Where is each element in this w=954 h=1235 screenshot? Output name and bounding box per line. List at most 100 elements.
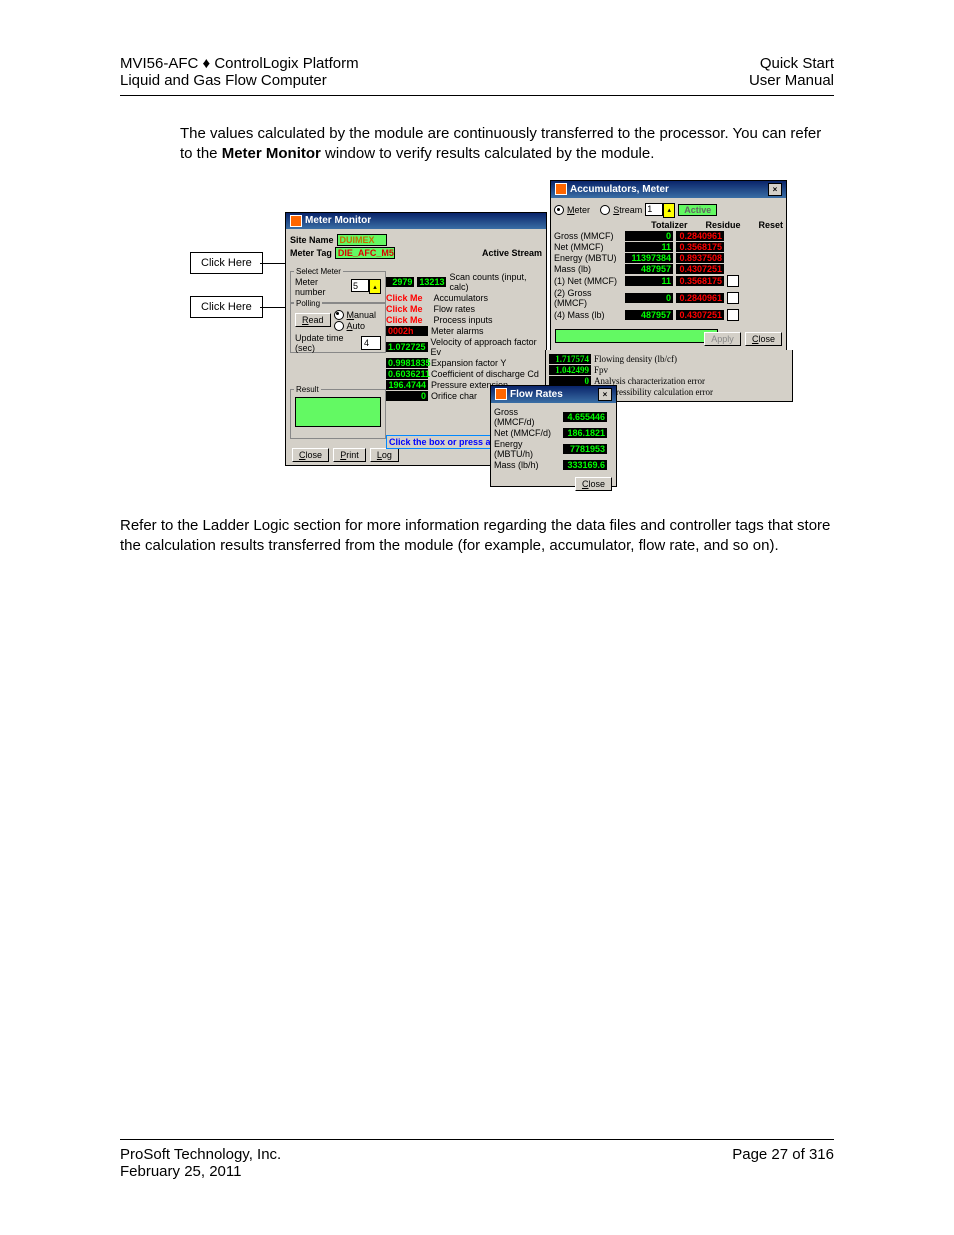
close-icon[interactable]: × (768, 183, 782, 196)
pext-value: 196.4744 (386, 380, 428, 390)
page-header: MVI56-AFC ♦ ControlLogix Platform Liquid… (120, 55, 834, 89)
acc-scope-row: MMetereter Stream ▴ Active (554, 202, 783, 219)
acc-row-label: Gross (MMCF) (554, 231, 622, 241)
flow-rows: Gross (MMCF/d) 4.655446Net (MMCF/d) 186.… (491, 403, 616, 474)
click-me-2[interactable]: Click Me (386, 304, 423, 314)
mm-titlebar[interactable]: Meter Monitor (286, 213, 546, 229)
reset-header: Reset (758, 220, 783, 230)
select-meter-legend: Select Meter (294, 267, 343, 276)
flow-row: Gross (MMCF/d) 4.655446 (494, 407, 613, 427)
header-right-2: User Manual (749, 72, 834, 89)
flow-row: Net (MMCF/d) 186.1821 (494, 428, 613, 438)
accumulators-window: Accumulators, Meter × MMetereter Stream … (550, 180, 787, 357)
click-box-hint: Click the box or press any (386, 435, 504, 449)
close-icon[interactable]: × (598, 388, 612, 401)
meter-number-spin[interactable]: ▴ (351, 279, 381, 294)
acc-row-residue: 0.3568175 (676, 276, 724, 286)
acc-row-totalizer: 487957 (625, 264, 673, 274)
acc-row-totalizer: 487957 (625, 310, 673, 320)
meter-tag-field: DIE_AFC_M5 (335, 247, 395, 259)
acc-status-bar (555, 329, 718, 343)
window-icon (290, 215, 302, 227)
accumulators-titlebar[interactable]: Accumulators, Meter × (551, 181, 786, 198)
process-inputs-link[interactable]: Process inputs (434, 315, 493, 325)
apply-button[interactable]: Apply (704, 332, 741, 346)
polling-fieldset: Polling Read Manual Auto Update time (se… (290, 303, 386, 353)
read-button[interactable]: Read (295, 313, 331, 327)
flow-row-value: 333169.6 (563, 460, 607, 470)
flow-row-label: Net (MMCF/d) (494, 428, 560, 438)
fpv-label: Fpv (594, 365, 608, 375)
mm-log-button[interactable]: Log (370, 448, 399, 462)
orifice-value: 0 (386, 391, 428, 401)
active-indicator: Active (678, 204, 717, 216)
fpv-value: 1.042499 (549, 365, 591, 375)
meter-radio[interactable] (554, 205, 564, 215)
meter-tag-label: Meter Tag (290, 248, 332, 258)
acc-row-totalizer: 11 (625, 276, 673, 286)
flow-row-value: 4.655446 (563, 412, 607, 422)
density-label: Flowing density (lb/cf) (594, 354, 677, 364)
acc-row: (1) Net (MMCF) 11 0.3568175 (554, 275, 783, 287)
acc-row-totalizer: 0 (625, 293, 673, 303)
result-fieldset: Result (290, 389, 386, 439)
callout-line-2 (260, 307, 288, 308)
result-legend: Result (294, 385, 321, 394)
acc-row-totalizer: 11397384 (625, 253, 673, 263)
stream-number[interactable] (645, 203, 663, 216)
mm-title: Meter Monitor (305, 215, 371, 226)
acc-row: Net (MMCF) 11 0.3568175 (554, 242, 783, 252)
acc-row-label: Mass (lb) (554, 264, 622, 274)
accumulators-title: Accumulators, Meter (570, 184, 669, 195)
acc-row-totalizer: 11 (625, 242, 673, 252)
acc-row-residue: 0.4307251 (676, 310, 724, 320)
header-left-2: Liquid and Gas Flow Computer (120, 72, 359, 89)
acc-row: (4) Mass (lb) 487957 0.4307251 (554, 309, 783, 321)
auto-label: Auto (347, 321, 366, 331)
acc-row-reset-checkbox[interactable] (727, 275, 739, 287)
acc-row-residue: 0.2840961 (676, 293, 724, 303)
scan-val-2: 13213 (417, 277, 446, 287)
flow-close-button[interactable]: Close (575, 477, 612, 491)
window-icon (555, 183, 567, 195)
callout-1: Click Here (190, 252, 263, 274)
acc-row-reset-checkbox[interactable] (727, 309, 739, 321)
intro-text-b: window to verify results calculated by t… (325, 145, 654, 162)
y-value: 0.9981835 (386, 358, 428, 368)
acc-close-button[interactable]: Close (745, 332, 782, 346)
flow-titlebar[interactable]: Flow Rates × (491, 386, 616, 403)
click-me-1[interactable]: Click Me (386, 293, 423, 303)
mm-print-button[interactable]: Print (333, 448, 366, 462)
residue-header: Residue (705, 220, 740, 230)
stream-radio[interactable] (600, 205, 610, 215)
acc-row-residue: 0.2840961 (676, 231, 724, 241)
page: MVI56-AFC ♦ ControlLogix Platform Liquid… (0, 0, 954, 1235)
site-name-field: DUIMEX (337, 234, 387, 246)
stream-spin[interactable]: ▴ (645, 203, 675, 218)
update-time-input[interactable] (361, 336, 381, 350)
alarm-value: 0002h (386, 326, 428, 336)
spin-buttons[interactable]: ▴ (663, 203, 675, 218)
acc-row-reset-checkbox[interactable] (727, 292, 739, 304)
site-name-label: Site Name (290, 235, 334, 245)
acc-buttons: Apply Close (704, 329, 782, 346)
acc-row-label: Net (MMCF) (554, 242, 622, 252)
auto-radio[interactable] (334, 321, 344, 331)
mm-values-column: 2979 13213 Scan counts (input, calc) Cli… (386, 271, 542, 402)
meter-number-input[interactable] (351, 279, 369, 292)
flow-row-label: Gross (MMCF/d) (494, 407, 560, 427)
click-me-3[interactable]: Click Me (386, 315, 423, 325)
acc-row-label: (2) Gross (MMCF) (554, 288, 622, 308)
manual-radio[interactable] (334, 310, 344, 320)
acc-row: (2) Gross (MMCF) 0 0.2840961 (554, 288, 783, 308)
acc-rows: Gross (MMCF) 0 0.2840961 Net (MMCF) 11 0… (554, 231, 783, 321)
meter-radio-label: MMetereter (567, 205, 590, 215)
acc-headers: Totalizer Residue Reset (554, 220, 783, 230)
accumulators-link[interactable]: Accumulators (434, 293, 489, 303)
totalizer-header: Totalizer (651, 220, 687, 230)
acc-row-residue: 0.4307251 (676, 264, 724, 274)
spin-buttons[interactable]: ▴ (369, 279, 381, 294)
flowrates-link[interactable]: Flow rates (434, 304, 476, 314)
mm-close-button[interactable]: Close (292, 448, 329, 462)
acc-row-totalizer: 0 (625, 231, 673, 241)
